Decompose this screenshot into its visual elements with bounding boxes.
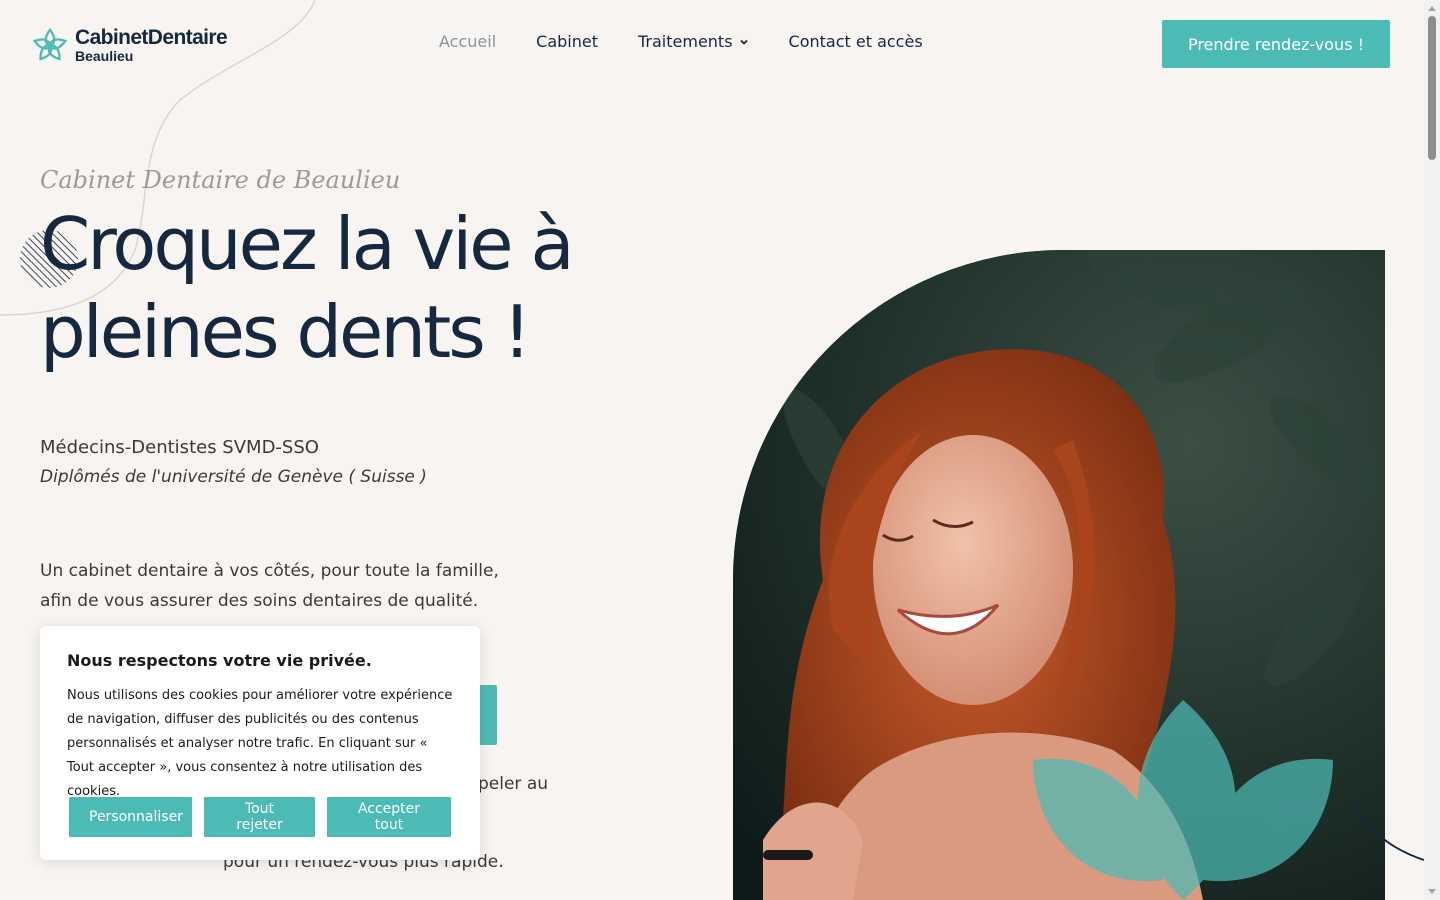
- cookie-customize-button[interactable]: Personnaliser: [69, 797, 192, 837]
- hero-headline: Croquez la vie à pleines dents !: [40, 200, 660, 376]
- nav-label: Traitements: [637, 32, 733, 51]
- scroll-thumb[interactable]: [1428, 16, 1436, 160]
- hero-subtitle-italic: Diplômés de l'université de Genève ( Sui…: [40, 467, 427, 487]
- chevron-down-icon: [739, 39, 748, 45]
- nav-item-contact[interactable]: Contact et accès: [789, 32, 923, 51]
- hero-intro: Un cabinet dentaire à vos côtés, pour to…: [40, 556, 520, 616]
- nav-item-traitements[interactable]: Traitements: [638, 32, 749, 51]
- intro-line-2: afin de vous assurer des soins dentaires…: [40, 591, 479, 611]
- hero-photo-smiling-woman: [733, 250, 1385, 900]
- nav-label: Accueil: [439, 32, 497, 51]
- logo-name: CabinetDentaire: [75, 26, 228, 49]
- intro-line-1: Un cabinet dentaire à vos côtés, pour to…: [40, 561, 499, 581]
- book-appointment-button[interactable]: Prendre rendez-vous !: [1162, 20, 1390, 68]
- nav-label: Cabinet: [536, 32, 598, 51]
- logo-subtitle: Beaulieu: [75, 48, 134, 64]
- nav-item-accueil[interactable]: Accueil: [439, 32, 496, 51]
- nav-item-cabinet[interactable]: Cabinet: [536, 32, 598, 51]
- cookie-title: Nous respectons votre vie privée.: [67, 651, 372, 670]
- page-scrollbar[interactable]: [1424, 0, 1440, 900]
- site-logo[interactable]: CabinetDentaire Beaulieu: [31, 26, 228, 64]
- hero-subtitle: Médecins-Dentistes SVMD-SSO: [40, 437, 319, 458]
- cookie-reject-button[interactable]: Tout rejeter: [204, 797, 315, 837]
- headline-line-1: Croquez la vie à: [40, 202, 575, 286]
- scroll-down-arrow-icon[interactable]: [1428, 889, 1436, 894]
- cookie-accept-button[interactable]: Accepter tout: [327, 797, 451, 837]
- headline-line-2: pleines dents !: [40, 290, 531, 374]
- scroll-up-arrow-icon[interactable]: [1428, 6, 1436, 11]
- flower-logo-icon: [32, 27, 68, 61]
- cookie-description: Nous utilisons des cookies pour améliore…: [67, 688, 453, 799]
- decorative-curve-right: [1354, 799, 1424, 861]
- cookie-actions: Personnaliser Tout rejeter Accepter tout: [69, 797, 451, 837]
- hero-eyebrow: Cabinet Dentaire de Beaulieu: [40, 166, 401, 194]
- call-text-fragment: peler au: [478, 774, 549, 794]
- cookie-consent-banner: Nous respectons votre vie privée. Nous u…: [40, 626, 480, 860]
- site-header: CabinetDentaire Beaulieu Accueil Cabinet…: [0, 0, 1424, 90]
- main-navigation: Accueil Cabinet Traitements Contact et a…: [439, 32, 923, 51]
- nav-label: Contact et accès: [788, 32, 923, 51]
